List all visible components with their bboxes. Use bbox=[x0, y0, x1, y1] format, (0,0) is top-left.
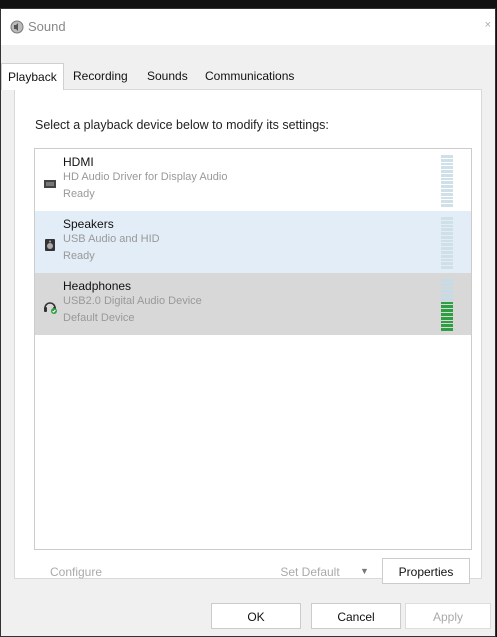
configure-button[interactable]: Configure bbox=[34, 558, 118, 584]
tab-sounds[interactable]: Sounds bbox=[141, 63, 194, 89]
device-description: USB Audio and HID bbox=[63, 233, 160, 245]
sound-app-icon bbox=[10, 20, 24, 34]
device-status: Ready bbox=[63, 188, 95, 200]
tab-playback[interactable]: Playback bbox=[1, 63, 64, 90]
meter-segment bbox=[441, 305, 453, 309]
meter-segment bbox=[441, 258, 453, 262]
meter-segment bbox=[441, 239, 453, 243]
title-bar: Sound × bbox=[1, 9, 495, 45]
device-name: Headphones bbox=[63, 279, 132, 293]
meter-segment bbox=[441, 247, 453, 251]
device-name: Speakers bbox=[63, 217, 114, 231]
set-default-button[interactable]: Set Default bbox=[270, 558, 350, 584]
meter-segment bbox=[441, 328, 453, 331]
meter-segment bbox=[441, 297, 453, 301]
meter-segment bbox=[441, 294, 453, 297]
headphones-default-icon bbox=[44, 302, 57, 314]
meter-segment bbox=[441, 158, 453, 162]
meter-segment bbox=[441, 177, 453, 181]
monitor-speaker-icon bbox=[44, 180, 56, 188]
meter-segment bbox=[441, 200, 453, 204]
meter-segment bbox=[441, 316, 453, 320]
volume-meter bbox=[441, 217, 453, 269]
meter-segment bbox=[441, 262, 453, 266]
meter-segment bbox=[441, 254, 453, 258]
meter-segment bbox=[441, 185, 453, 189]
close-button[interactable]: × bbox=[485, 19, 491, 31]
apply-button[interactable]: Apply bbox=[405, 603, 491, 629]
meter-segment bbox=[441, 301, 453, 305]
meter-segment bbox=[441, 192, 453, 196]
speaker-icon bbox=[45, 239, 55, 251]
meter-segment bbox=[441, 224, 453, 228]
meter-segment bbox=[441, 189, 453, 192]
meter-segment bbox=[441, 228, 453, 232]
meter-segment bbox=[441, 251, 453, 254]
meter-segment bbox=[441, 196, 453, 200]
meter-segment bbox=[441, 173, 453, 177]
meter-segment bbox=[441, 166, 453, 170]
device-button-row: Configure Set Default ▼ Properties bbox=[34, 558, 472, 588]
instruction-text: Select a playback device below to modify… bbox=[35, 118, 329, 132]
device-status: Default Device bbox=[63, 312, 135, 324]
meter-segment bbox=[441, 243, 453, 247]
device-list[interactable]: HDMI HD Audio Driver for Display Audio R… bbox=[34, 148, 472, 550]
sound-dialog: Sound × Playback Recording Sounds Commun… bbox=[0, 8, 496, 637]
tab-recording[interactable]: Recording bbox=[67, 63, 134, 89]
device-description: USB2.0 Digital Audio Device bbox=[63, 295, 202, 307]
cancel-button[interactable]: Cancel bbox=[311, 603, 401, 629]
volume-meter bbox=[441, 279, 453, 331]
meter-segment bbox=[441, 170, 453, 173]
meter-segment bbox=[441, 155, 453, 158]
window-title: Sound bbox=[28, 19, 66, 34]
device-hdmi[interactable]: HDMI HD Audio Driver for Display Audio R… bbox=[35, 149, 471, 211]
meter-segment bbox=[441, 220, 453, 224]
meter-segment bbox=[441, 181, 453, 185]
meter-segment bbox=[441, 290, 453, 294]
ok-button[interactable]: OK bbox=[211, 603, 301, 629]
meter-segment bbox=[441, 309, 453, 313]
device-status: Ready bbox=[63, 250, 95, 262]
set-default-dropdown-arrow[interactable]: ▼ bbox=[360, 566, 369, 576]
meter-segment bbox=[441, 313, 453, 316]
meter-segment bbox=[441, 324, 453, 328]
volume-meter bbox=[441, 155, 453, 207]
properties-button[interactable]: Properties bbox=[382, 558, 470, 584]
meter-segment bbox=[441, 235, 453, 239]
device-name: HDMI bbox=[63, 155, 94, 169]
meter-segment bbox=[441, 266, 453, 269]
device-speakers[interactable]: Speakers USB Audio and HID Ready bbox=[35, 211, 471, 273]
device-headphones[interactable]: Headphones USB2.0 Digital Audio Device D… bbox=[35, 273, 471, 335]
playback-panel: Select a playback device below to modify… bbox=[14, 89, 482, 584]
meter-segment bbox=[441, 282, 453, 286]
meter-segment bbox=[441, 232, 453, 235]
meter-segment bbox=[441, 162, 453, 166]
meter-segment bbox=[441, 204, 453, 207]
meter-segment bbox=[441, 279, 453, 282]
device-description: HD Audio Driver for Display Audio bbox=[63, 171, 228, 183]
dialog-footer: OK Cancel Apply bbox=[1, 597, 495, 633]
meter-segment bbox=[441, 217, 453, 220]
tab-strip: Playback Recording Sounds Communications bbox=[1, 63, 495, 90]
meter-segment bbox=[441, 320, 453, 324]
tab-communications[interactable]: Communications bbox=[199, 63, 300, 89]
meter-segment bbox=[441, 286, 453, 290]
